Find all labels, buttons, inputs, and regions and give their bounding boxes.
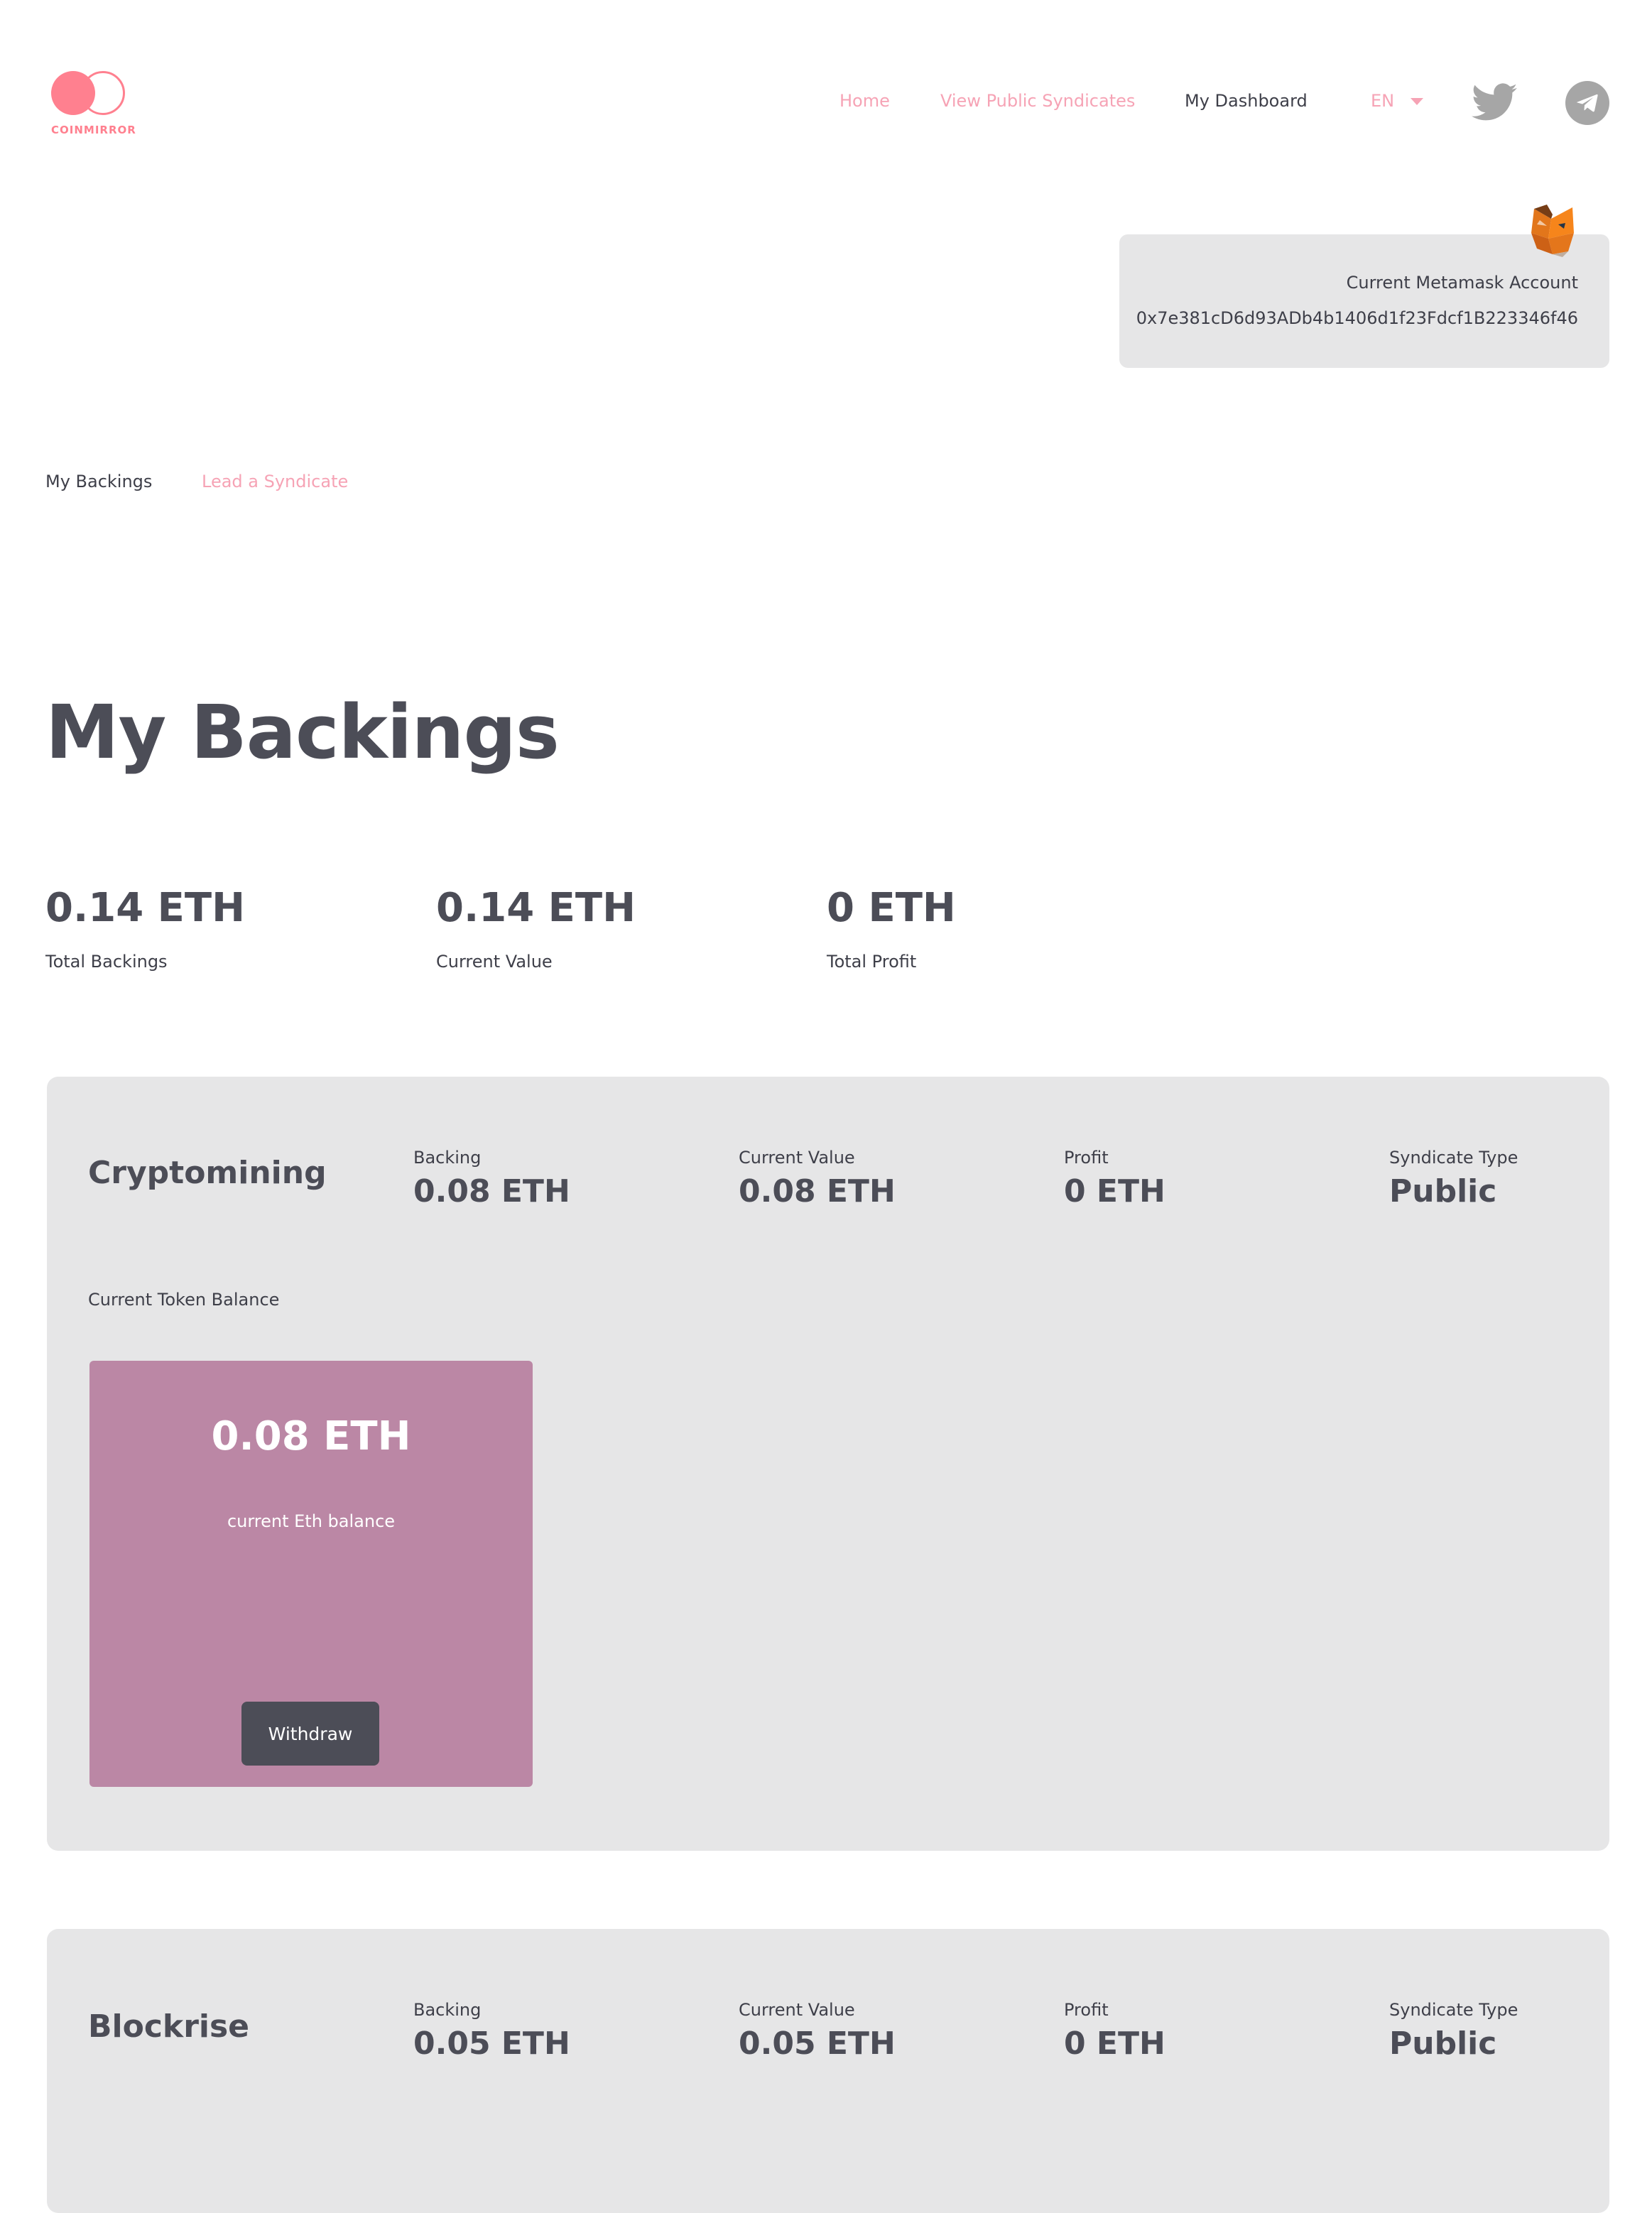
nav-home-link[interactable]: Home xyxy=(839,91,890,111)
profit-value: 0 ETH xyxy=(1064,1173,1165,1209)
eth-balance-value: 0.08 ETH xyxy=(211,1413,411,1459)
withdraw-button[interactable]: Withdraw xyxy=(241,1702,379,1766)
total-profit-value: 0 ETH xyxy=(827,885,956,931)
syndicate-name: Blockrise xyxy=(88,2008,250,2045)
page-title: My Backings xyxy=(45,689,560,776)
profit-label: Profit xyxy=(1064,2000,1109,2020)
nav-view-public-syndicates-link[interactable]: View Public Syndicates xyxy=(940,91,1135,111)
nav-my-dashboard-link[interactable]: My Dashboard xyxy=(1185,91,1308,111)
syndicate-card: Blockrise Backing 0.05 ETH Current Value… xyxy=(47,1929,1609,2213)
syndicate-type-label: Syndicate Type xyxy=(1389,2000,1518,2020)
total-backings-label: Total Backings xyxy=(45,952,168,972)
backing-value: 0.05 ETH xyxy=(413,2026,570,2062)
token-balance-label: Current Token Balance xyxy=(88,1290,280,1310)
total-profit-label: Total Profit xyxy=(827,952,917,972)
current-value-label: Current Value xyxy=(739,2000,855,2020)
tab-my-backings[interactable]: My Backings xyxy=(45,472,152,491)
eth-balance-label: current Eth balance xyxy=(227,1511,396,1531)
syndicate-type-value: Public xyxy=(1389,1173,1497,1209)
backing-label: Backing xyxy=(413,2000,482,2020)
metamask-account-address: 0x7e381cD6d93ADb4b1406d1f23Fdcf1B223346f… xyxy=(1136,308,1578,328)
twitter-icon[interactable] xyxy=(1472,82,1517,122)
current-value-value: 0.05 ETH xyxy=(739,2026,896,2062)
metamask-fox-icon xyxy=(1527,205,1577,259)
current-value-value: 0.14 ETH xyxy=(436,885,636,931)
syndicate-type-label: Syndicate Type xyxy=(1389,1148,1518,1168)
current-value-value: 0.08 ETH xyxy=(739,1173,896,1209)
metamask-account-label: Current Metamask Account xyxy=(1346,273,1578,293)
telegram-icon[interactable] xyxy=(1565,81,1609,125)
backing-value: 0.08 ETH xyxy=(413,1173,570,1209)
eth-balance-panel: 0.08 ETH current Eth balance Withdraw xyxy=(89,1361,533,1787)
chevron-down-icon[interactable] xyxy=(1411,98,1423,105)
profit-value: 0 ETH xyxy=(1064,2026,1165,2062)
backing-label: Backing xyxy=(413,1148,482,1168)
logo-circle-outline xyxy=(81,71,125,115)
total-backings-value: 0.14 ETH xyxy=(45,885,245,931)
current-value-label: Current Value xyxy=(739,1148,855,1168)
profit-label: Profit xyxy=(1064,1148,1109,1168)
syndicate-type-value: Public xyxy=(1389,2026,1497,2062)
coinmirror-logo[interactable]: COINMIRROR xyxy=(50,68,136,142)
syndicate-name: Cryptomining xyxy=(88,1155,327,1191)
syndicate-card: Cryptomining Backing 0.08 ETH Current Va… xyxy=(47,1077,1609,1851)
logo-text: COINMIRROR xyxy=(51,124,136,136)
language-selector[interactable]: EN xyxy=(1371,91,1394,111)
current-value-label: Current Value xyxy=(436,952,553,972)
tab-lead-a-syndicate[interactable]: Lead a Syndicate xyxy=(202,472,348,491)
